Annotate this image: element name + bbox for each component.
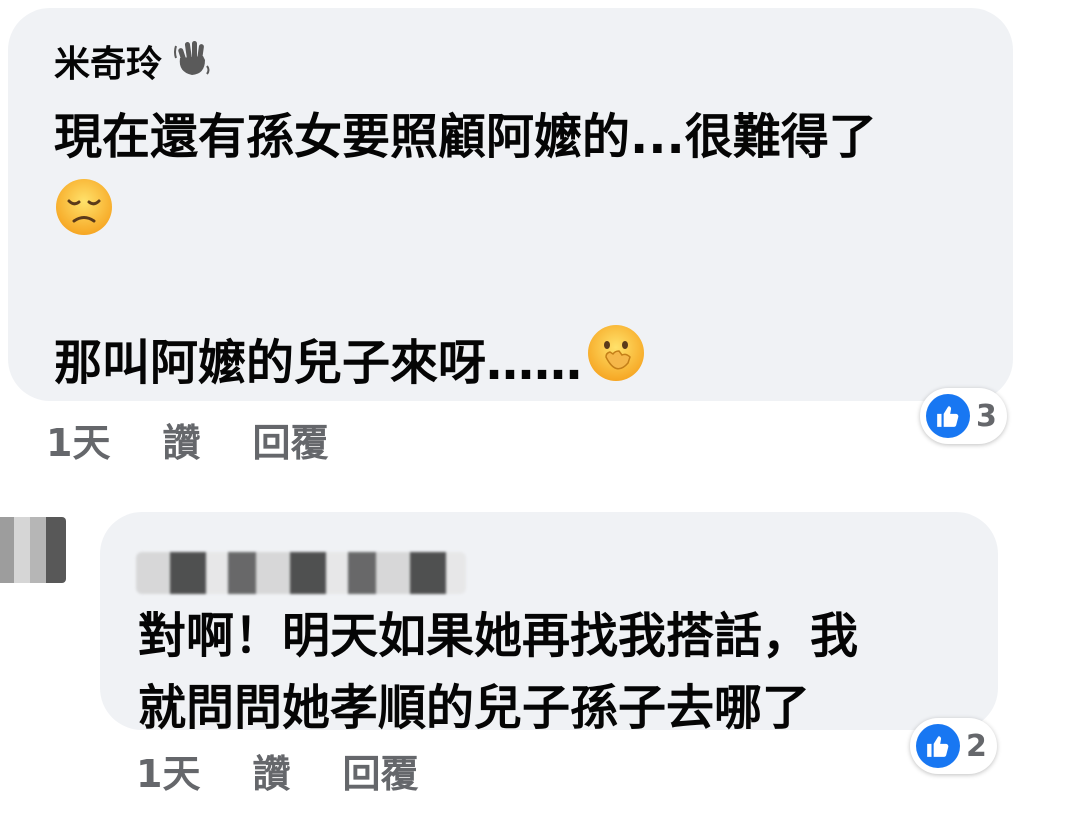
disappointed-face-emoji (54, 177, 114, 241)
like-button[interactable]: 讚 (252, 743, 290, 798)
comment-bubble-2: 對啊！明天如果她再找我搭話，我 就問問她孝順的兒子孫子去哪了 (100, 512, 998, 736)
comment-actions: 1天 讚 回覆 (136, 743, 418, 798)
timestamp[interactable]: 1天 (46, 412, 110, 467)
reaction-summary[interactable]: 2 (910, 718, 997, 774)
redacted-name-block (136, 552, 466, 594)
reaction-count: 3 (976, 398, 997, 434)
reply-button[interactable]: 回覆 (252, 412, 328, 467)
comment-text-line: 對啊！明天如果她再找我搭話，我 (138, 608, 859, 664)
reply-button[interactable]: 回覆 (342, 743, 418, 798)
comment-emoji-line (54, 177, 1013, 249)
like-button[interactable]: 讚 (162, 412, 200, 467)
face-with-hand-over-mouth-emoji (586, 323, 646, 403)
comment-bubble-1: 米奇玲 現在還有孫女要照顧阿嬤的...很難得了 那叫阿嬤的兒子來呀…… (8, 8, 1013, 401)
comment-text-line: 就問問她孝順的兒子孫子去哪了 (138, 680, 811, 736)
comment-text-line: 現在還有孫女要照顧阿嬤的...很難得了 (54, 109, 877, 165)
thumbs-up-icon (926, 394, 970, 438)
comment-author-name[interactable]: 米奇玲 (54, 41, 162, 89)
redacted-author-name[interactable] (136, 552, 998, 596)
thumbs-up-icon (916, 724, 960, 768)
comment-author-row: 米奇玲 (54, 38, 1013, 91)
comment-text-line: 那叫阿嬤的兒子來呀…… (54, 335, 583, 391)
timestamp[interactable]: 1天 (136, 743, 200, 798)
waving-hand-icon (174, 38, 210, 91)
comment-last-line: 那叫阿嬤的兒子來呀…… (54, 323, 1013, 403)
comment-actions: 1天 讚 回覆 (46, 412, 328, 467)
avatar[interactable] (0, 517, 66, 583)
reaction-count: 2 (966, 728, 987, 764)
reaction-summary[interactable]: 3 (920, 388, 1007, 444)
